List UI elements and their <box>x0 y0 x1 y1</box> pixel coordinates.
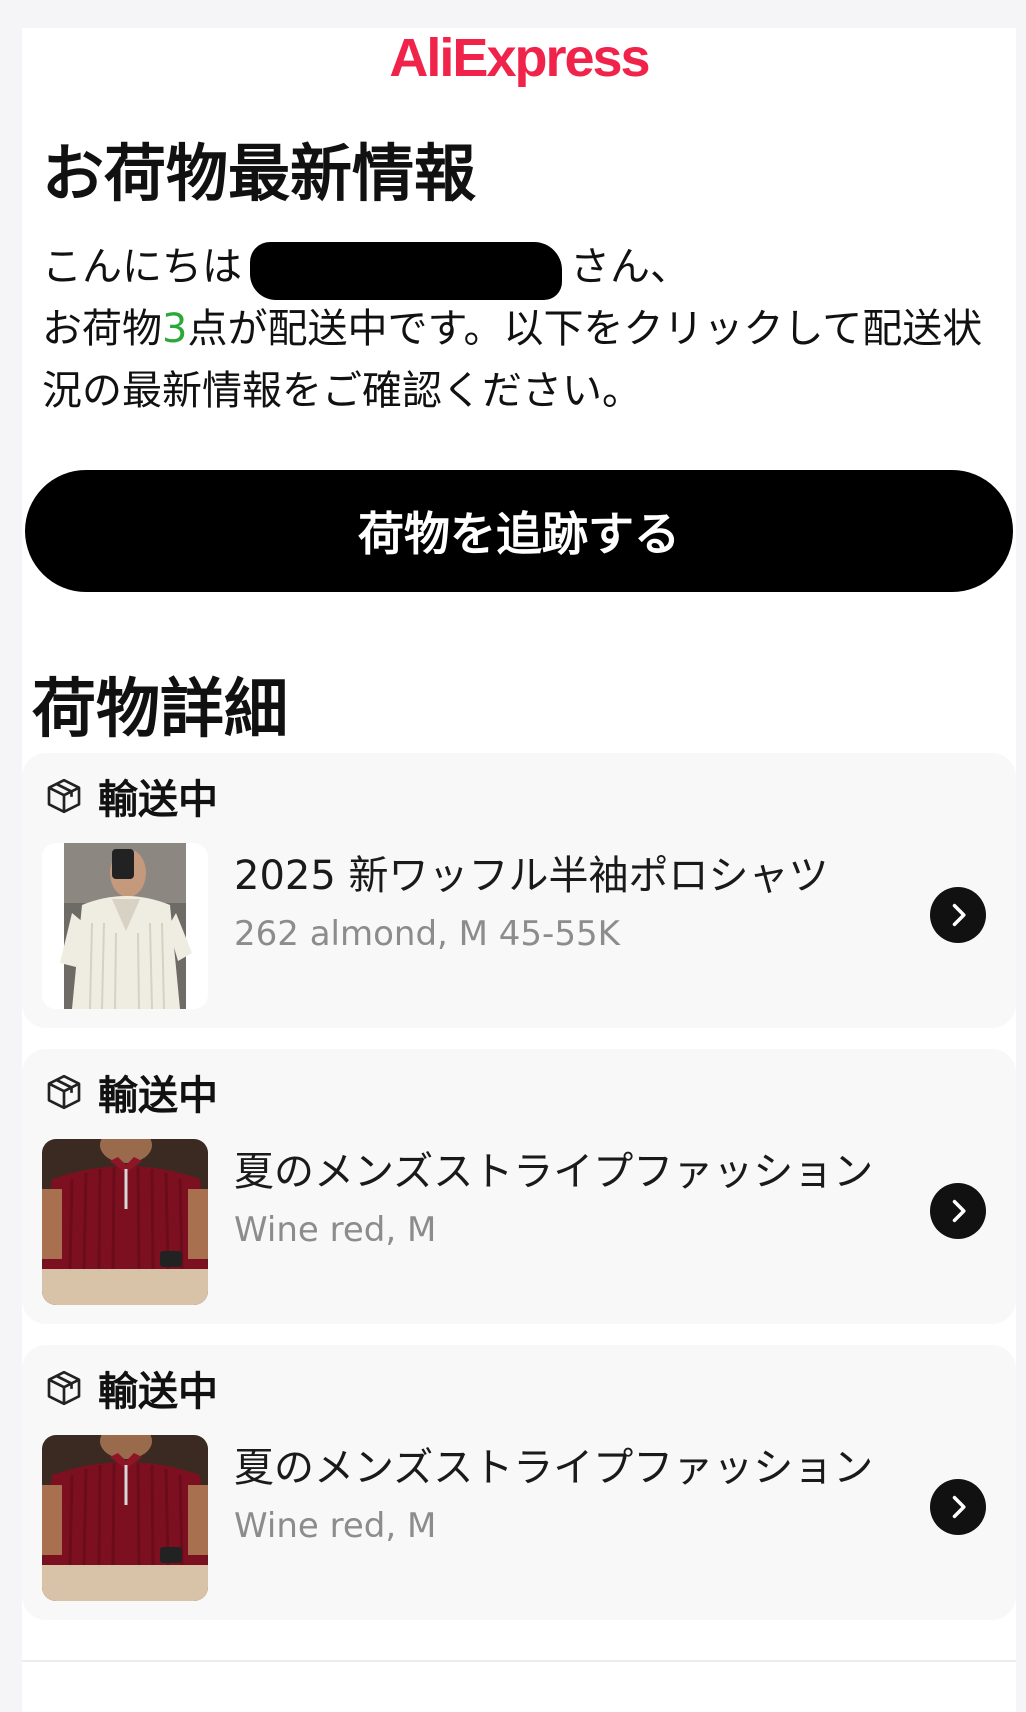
footer-divider <box>22 1660 1016 1662</box>
package-card[interactable]: 輸送中 夏のメンズストライプファッション Wine red, M <box>22 1345 1016 1620</box>
product-variant: 262 almond, M 45-55K <box>234 914 620 954</box>
package-status: 輸送中 <box>44 771 218 823</box>
aliexpress-logo[interactable]: AliExpress <box>22 28 1016 88</box>
greeting-message: こんにちは さん、 お荷物3点が配送中です。以下をクリックして配送状況の最新情報を… <box>42 236 992 422</box>
package-status: 輸送中 <box>44 1363 218 1415</box>
package-icon <box>47 1074 81 1110</box>
product-thumbnail[interactable] <box>42 843 208 1009</box>
message-prefix: お荷物 <box>42 306 162 352</box>
redacted-name <box>250 242 562 300</box>
page-title: お荷物最新情報 <box>42 137 477 210</box>
package-card[interactable]: 輸送中 夏のメンズストライプファッション Wine red, M <box>22 1049 1016 1324</box>
product-variant: Wine red, M <box>234 1210 437 1250</box>
status-label: 輸送中 <box>98 1073 218 1119</box>
package-icon <box>47 778 81 814</box>
view-package-button[interactable] <box>930 1183 986 1239</box>
package-card[interactable]: 輸送中 2025 新ワッフル半袖ポロシャツ 262 almond, M 45-5… <box>22 753 1016 1028</box>
product-thumbnail[interactable] <box>42 1139 208 1305</box>
product-thumbnail[interactable] <box>42 1435 208 1601</box>
package-count: 3 <box>162 306 188 352</box>
chevron-right-icon <box>952 1199 966 1223</box>
package-status: 輸送中 <box>44 1067 218 1119</box>
product-name: 2025 新ワッフル半袖ポロシャツ <box>234 853 829 899</box>
status-label: 輸送中 <box>98 777 218 823</box>
greeting-suffix: さん、 <box>570 244 690 290</box>
package-icon <box>47 1370 81 1406</box>
greeting-hello: こんにちは <box>42 244 242 290</box>
chevron-right-icon <box>952 1495 966 1519</box>
logo-text: AliExpress <box>389 28 650 88</box>
product-name: 夏のメンズストライプファッション <box>234 1149 874 1195</box>
status-label: 輸送中 <box>98 1369 218 1415</box>
package-details-title: 荷物詳細 <box>32 673 288 747</box>
chevron-right-icon <box>952 903 966 927</box>
view-package-button[interactable] <box>930 887 986 943</box>
product-name: 夏のメンズストライプファッション <box>234 1445 874 1491</box>
view-package-button[interactable] <box>930 1479 986 1535</box>
email-body: AliExpress お荷物最新情報 こんにちは さん、 お荷物3点が配送中です。… <box>22 28 1016 1712</box>
product-variant: Wine red, M <box>234 1506 437 1546</box>
track-package-button[interactable]: 荷物を追跡する <box>25 470 1013 592</box>
